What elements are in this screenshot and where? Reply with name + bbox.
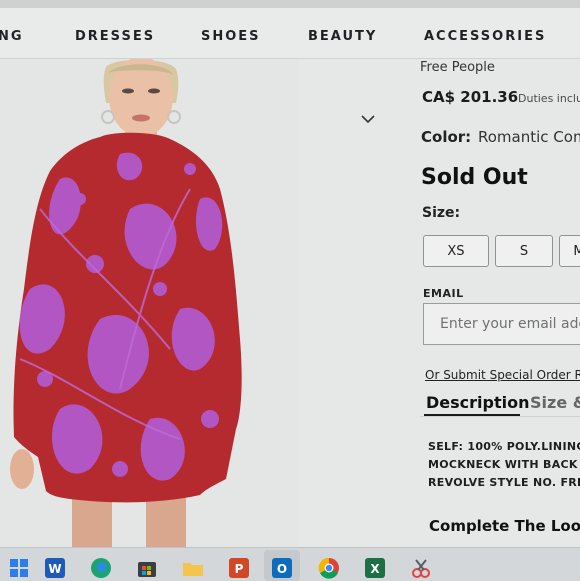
complete-the-look-heading: Complete The Look xyxy=(429,517,580,535)
outlook-icon[interactable]: O xyxy=(271,557,293,579)
brand-name[interactable]: Free People xyxy=(420,60,495,75)
excel-icon[interactable]: X xyxy=(364,557,386,579)
store-icon[interactable] xyxy=(136,557,158,579)
email-input[interactable] xyxy=(423,303,580,345)
nav-item-shoes[interactable]: SHOES xyxy=(201,29,261,44)
svg-text:O: O xyxy=(277,562,287,576)
word-icon[interactable]: W xyxy=(44,557,66,579)
tab-description[interactable]: Description xyxy=(426,393,529,412)
product-price: CA$ 201.36 xyxy=(422,88,519,106)
svg-text:X: X xyxy=(370,562,380,576)
color-value: Romantic Combo xyxy=(478,128,580,146)
monitor-bezel xyxy=(0,0,580,8)
availability-status: Sold Out xyxy=(421,165,528,190)
file-explorer-icon[interactable] xyxy=(182,557,204,579)
duties-note: Duties included xyxy=(518,92,580,105)
description-line: MOCKNECK WITH BACK KEYHOLE xyxy=(428,458,580,471)
nav-item-accessories[interactable]: ACCESSORIES xyxy=(424,29,546,44)
size-option-m[interactable]: M xyxy=(559,235,580,267)
taskbar: W P O X xyxy=(0,547,580,581)
powerpoint-icon[interactable]: P xyxy=(228,557,250,579)
svg-text:W: W xyxy=(48,562,61,576)
tab-size-fit[interactable]: Size & Fit xyxy=(530,393,580,412)
description-line: REVOLVE STYLE NO. FREE-WD2345 xyxy=(428,476,580,489)
description-line: SELF: 100% POLY.LINING: 100% POLY xyxy=(428,440,580,453)
tabs-divider xyxy=(420,416,580,417)
special-order-link[interactable]: Or Submit Special Order Request xyxy=(425,368,580,382)
top-nav: NG DRESSES SHOES BEAUTY ACCESSORIES xyxy=(0,8,580,59)
product-page: Free People CA$ 201.36 Duties included C… xyxy=(0,59,580,547)
color-label: Color: xyxy=(421,128,472,146)
snipping-tool-icon[interactable] xyxy=(410,557,432,579)
windows-icon[interactable] xyxy=(8,557,30,579)
svg-text:P: P xyxy=(235,562,244,576)
product-details: Free People CA$ 201.36 Duties included C… xyxy=(0,59,580,547)
size-label: Size: xyxy=(422,205,461,221)
edge-icon[interactable] xyxy=(90,557,112,579)
tab-active-indicator xyxy=(424,414,520,416)
size-option-s[interactable]: S xyxy=(495,235,553,267)
nav-item-clothing[interactable]: NG xyxy=(0,29,24,44)
size-option-xs[interactable]: XS xyxy=(423,235,489,267)
nav-item-beauty[interactable]: BEAUTY xyxy=(308,29,377,44)
email-label: EMAIL xyxy=(423,287,464,300)
nav-item-dresses[interactable]: DRESSES xyxy=(75,29,155,44)
chrome-icon[interactable] xyxy=(318,557,340,579)
